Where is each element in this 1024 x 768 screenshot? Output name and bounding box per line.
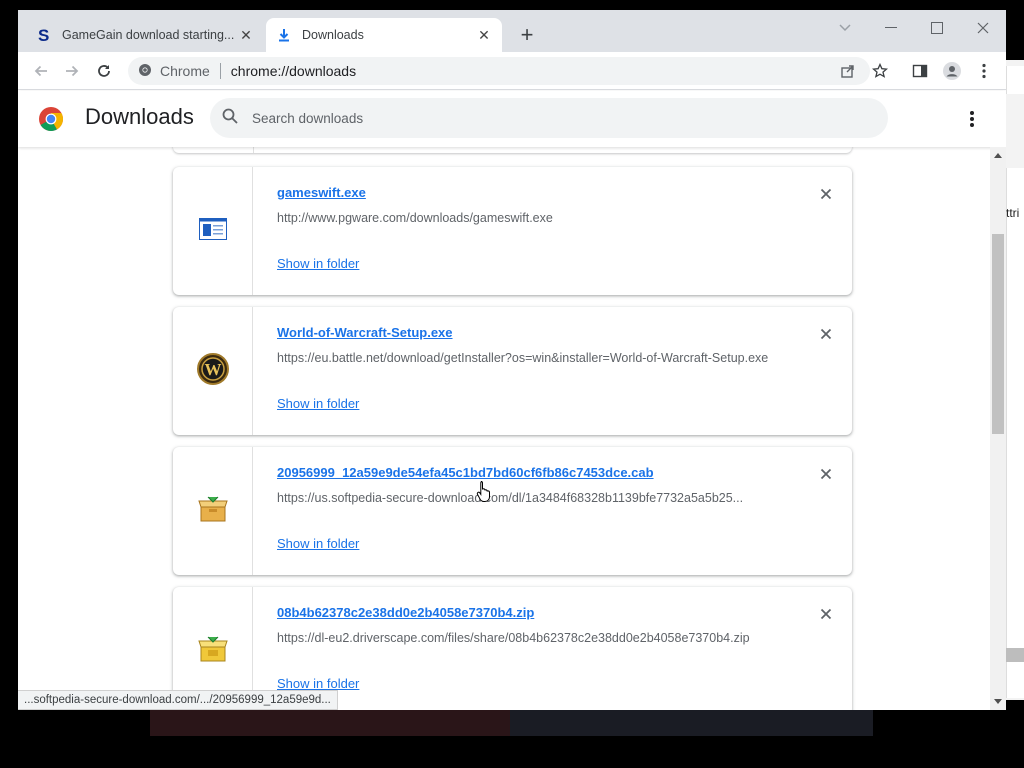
remove-download-icon[interactable] bbox=[817, 325, 835, 343]
background-text: ttri bbox=[1006, 206, 1020, 220]
reload-icon[interactable] bbox=[93, 60, 115, 82]
tab-title: GameGain download starting... bbox=[62, 28, 235, 42]
download-item-partial bbox=[173, 147, 852, 153]
site-info-chip[interactable]: Chrome bbox=[138, 63, 210, 80]
link-status-bubble: ...softpedia-secure-download.com/.../209… bbox=[18, 690, 338, 710]
url-text[interactable]: chrome://downloads bbox=[231, 63, 356, 79]
show-in-folder-link[interactable]: Show in folder bbox=[277, 536, 359, 551]
page-scrollbar[interactable] bbox=[990, 147, 1006, 710]
download-item: 20956999_12a59e9de54efa45c1bd7bd60cf6fb8… bbox=[173, 447, 852, 575]
new-tab-button[interactable]: + bbox=[516, 24, 538, 46]
show-in-folder-link[interactable]: Show in folder bbox=[277, 256, 359, 271]
scrollbar-thumb[interactable] bbox=[992, 234, 1004, 434]
background-panel bbox=[1006, 168, 1024, 698]
remove-download-icon[interactable] bbox=[817, 465, 835, 483]
download-filename-link[interactable]: 20956999_12a59e9de54efa45c1bd7bd60cf6fb8… bbox=[277, 465, 654, 480]
background-panel bbox=[1006, 66, 1024, 94]
file-icon-column bbox=[173, 447, 253, 575]
download-source-url[interactable]: https://us.softpedia-secure-download.com… bbox=[277, 491, 777, 505]
scroll-up-arrow-icon[interactable] bbox=[994, 153, 1002, 158]
address-bar[interactable]: Chrome chrome://downloads bbox=[128, 57, 870, 85]
profile-avatar-icon[interactable] bbox=[942, 61, 962, 81]
download-source-url[interactable]: http://www.pgware.com/downloads/gameswif… bbox=[277, 211, 777, 225]
download-filename-link[interactable]: World-of-Warcraft-Setup.exe bbox=[277, 325, 453, 340]
show-in-folder-link[interactable]: Show in folder bbox=[277, 396, 359, 411]
browser-menu-icon[interactable] bbox=[974, 61, 994, 81]
scroll-down-arrow-icon[interactable] bbox=[994, 699, 1002, 704]
remove-download-icon[interactable] bbox=[817, 605, 835, 623]
tab-search-icon[interactable] bbox=[825, 18, 865, 38]
downloads-list: gameswift.exe http://www.pgware.com/down… bbox=[18, 147, 990, 710]
chrome-icon bbox=[138, 63, 152, 80]
taskbar-area bbox=[510, 710, 873, 736]
close-tab-icon[interactable]: ✕ bbox=[476, 27, 492, 43]
download-source-url[interactable]: https://dl-eu2.driverscape.com/files/sha… bbox=[277, 631, 777, 645]
tab-gamegain[interactable]: S GameGain download starting... ✕ bbox=[26, 18, 264, 52]
minimize-icon[interactable] bbox=[871, 18, 911, 38]
page-title: Downloads bbox=[85, 104, 194, 129]
search-input[interactable] bbox=[252, 110, 852, 126]
show-in-folder-link[interactable]: Show in folder bbox=[277, 676, 359, 691]
zip-archive-icon bbox=[197, 635, 229, 668]
wow-logo-icon: W bbox=[196, 352, 229, 390]
downloads-header: Downloads bbox=[18, 91, 1006, 147]
site-chip-label: Chrome bbox=[160, 63, 210, 79]
softpedia-s-icon: S bbox=[36, 27, 52, 43]
background-window-edge: ttri bbox=[1006, 60, 1024, 700]
background-scrollbar bbox=[1006, 648, 1024, 662]
download-filename-link[interactable]: gameswift.exe bbox=[277, 185, 366, 200]
remove-download-icon[interactable] bbox=[817, 185, 835, 203]
download-icon bbox=[276, 27, 292, 43]
search-icon bbox=[222, 108, 238, 129]
downloads-more-actions-icon[interactable] bbox=[962, 109, 982, 129]
close-tab-icon[interactable]: ✕ bbox=[238, 27, 254, 43]
bookmark-star-icon[interactable] bbox=[870, 61, 890, 81]
taskbar-area bbox=[150, 710, 510, 736]
back-icon[interactable] bbox=[30, 60, 52, 82]
tab-downloads[interactable]: Downloads ✕ bbox=[266, 18, 502, 52]
chrome-logo-icon bbox=[38, 106, 64, 132]
share-icon[interactable] bbox=[838, 61, 858, 81]
download-source-url[interactable]: https://eu.battle.net/download/getInstal… bbox=[277, 351, 777, 365]
svg-text:W: W bbox=[204, 360, 221, 379]
tab-title: Downloads bbox=[302, 28, 364, 42]
forward-icon[interactable] bbox=[61, 60, 83, 82]
file-icon-column bbox=[173, 167, 253, 295]
file-icon-column: W bbox=[173, 307, 253, 435]
hand-cursor-icon bbox=[476, 480, 492, 507]
exe-file-icon bbox=[198, 217, 227, 245]
browser-toolbar: Chrome chrome://downloads bbox=[18, 52, 1006, 90]
download-item: gameswift.exe http://www.pgware.com/down… bbox=[173, 167, 852, 295]
tab-strip: S GameGain download starting... ✕ Downlo… bbox=[18, 10, 1006, 52]
maximize-icon[interactable] bbox=[917, 18, 957, 38]
cab-archive-icon bbox=[197, 495, 229, 528]
browser-window: S GameGain download starting... ✕ Downlo… bbox=[18, 10, 1006, 710]
download-item: W World-of-Warcraft-Setup.exe https://eu… bbox=[173, 307, 852, 435]
svg-text:S: S bbox=[38, 27, 49, 43]
omnibox-separator bbox=[219, 63, 221, 79]
search-downloads-box[interactable] bbox=[210, 98, 888, 138]
side-panel-icon[interactable] bbox=[910, 61, 930, 81]
download-filename-link[interactable]: 08b4b62378c2e38dd0e2b4058e7370b4.zip bbox=[277, 605, 534, 620]
close-window-icon[interactable] bbox=[963, 18, 1003, 38]
